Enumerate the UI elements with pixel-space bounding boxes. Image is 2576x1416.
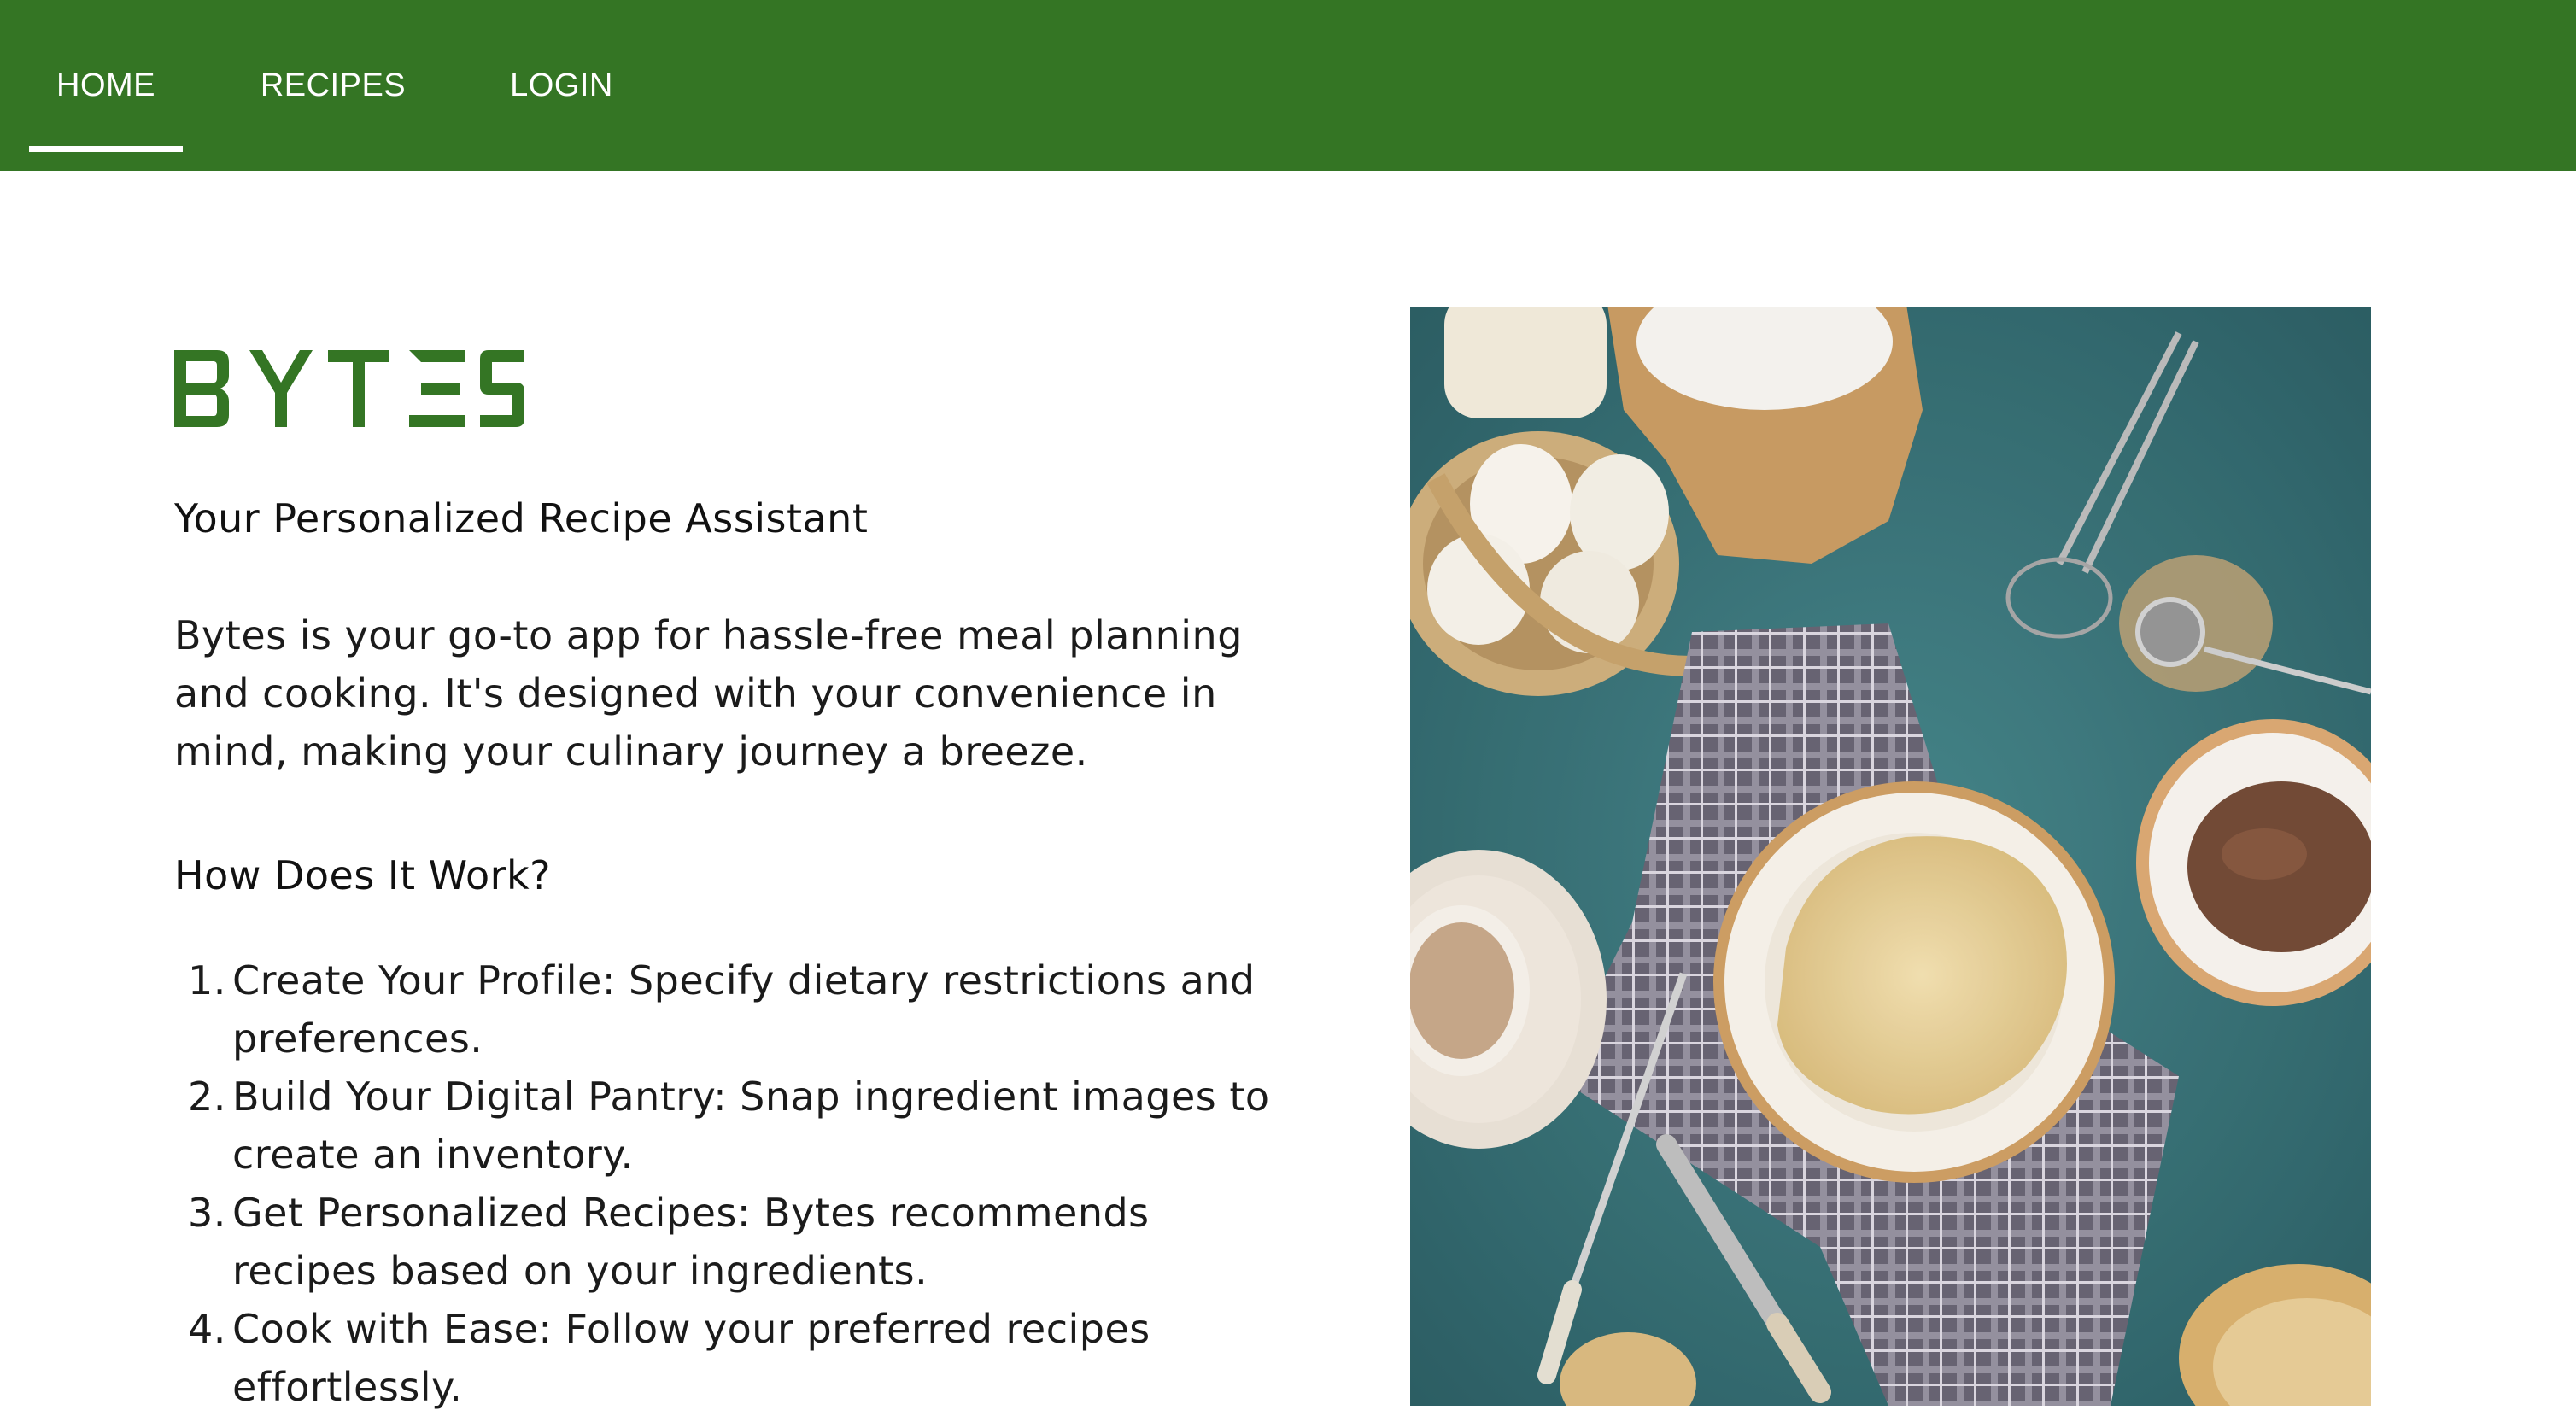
list-item: 3. Get Personalized Recipes: Bytes recom…	[174, 1184, 1285, 1300]
list-item: 1. Create Your Profile: Specify dietary …	[174, 951, 1285, 1068]
active-tab-indicator	[29, 146, 183, 152]
list-item: 4. Cook with Ease: Follow your preferred…	[174, 1300, 1285, 1416]
food-illustration	[1410, 307, 2371, 1406]
top-nav-bar: HOME RECIPES LOGIN	[0, 0, 2576, 171]
tagline: Your Personalized Recipe Assistant	[174, 495, 869, 541]
tab-login[interactable]: LOGIN	[478, 0, 645, 171]
step-number: 3.	[188, 1190, 226, 1236]
how-it-works-heading: How Does It Work?	[174, 852, 552, 898]
tab-home[interactable]: HOME	[29, 0, 183, 171]
steps-list: 1. Create Your Profile: Specify dietary …	[174, 951, 1285, 1416]
step-number: 2.	[188, 1074, 226, 1120]
step-text: Create Your Profile: Specify dietary res…	[232, 957, 1256, 1062]
bytes-logo	[174, 350, 524, 427]
step-text: Build Your Digital Pantry: Snap ingredie…	[232, 1074, 1270, 1178]
step-number: 4.	[188, 1306, 226, 1352]
food-photo	[1410, 307, 2371, 1406]
list-item: 2. Build Your Digital Pantry: Snap ingre…	[174, 1068, 1285, 1184]
tab-recipes[interactable]: RECIPES	[239, 0, 427, 171]
step-number: 1.	[188, 957, 226, 1003]
step-text: Cook with Ease: Follow your preferred re…	[232, 1306, 1150, 1410]
step-text: Get Personalized Recipes: Bytes recommen…	[232, 1190, 1150, 1294]
intro-paragraph: Bytes is your go-to app for hassle-free …	[174, 612, 1243, 775]
